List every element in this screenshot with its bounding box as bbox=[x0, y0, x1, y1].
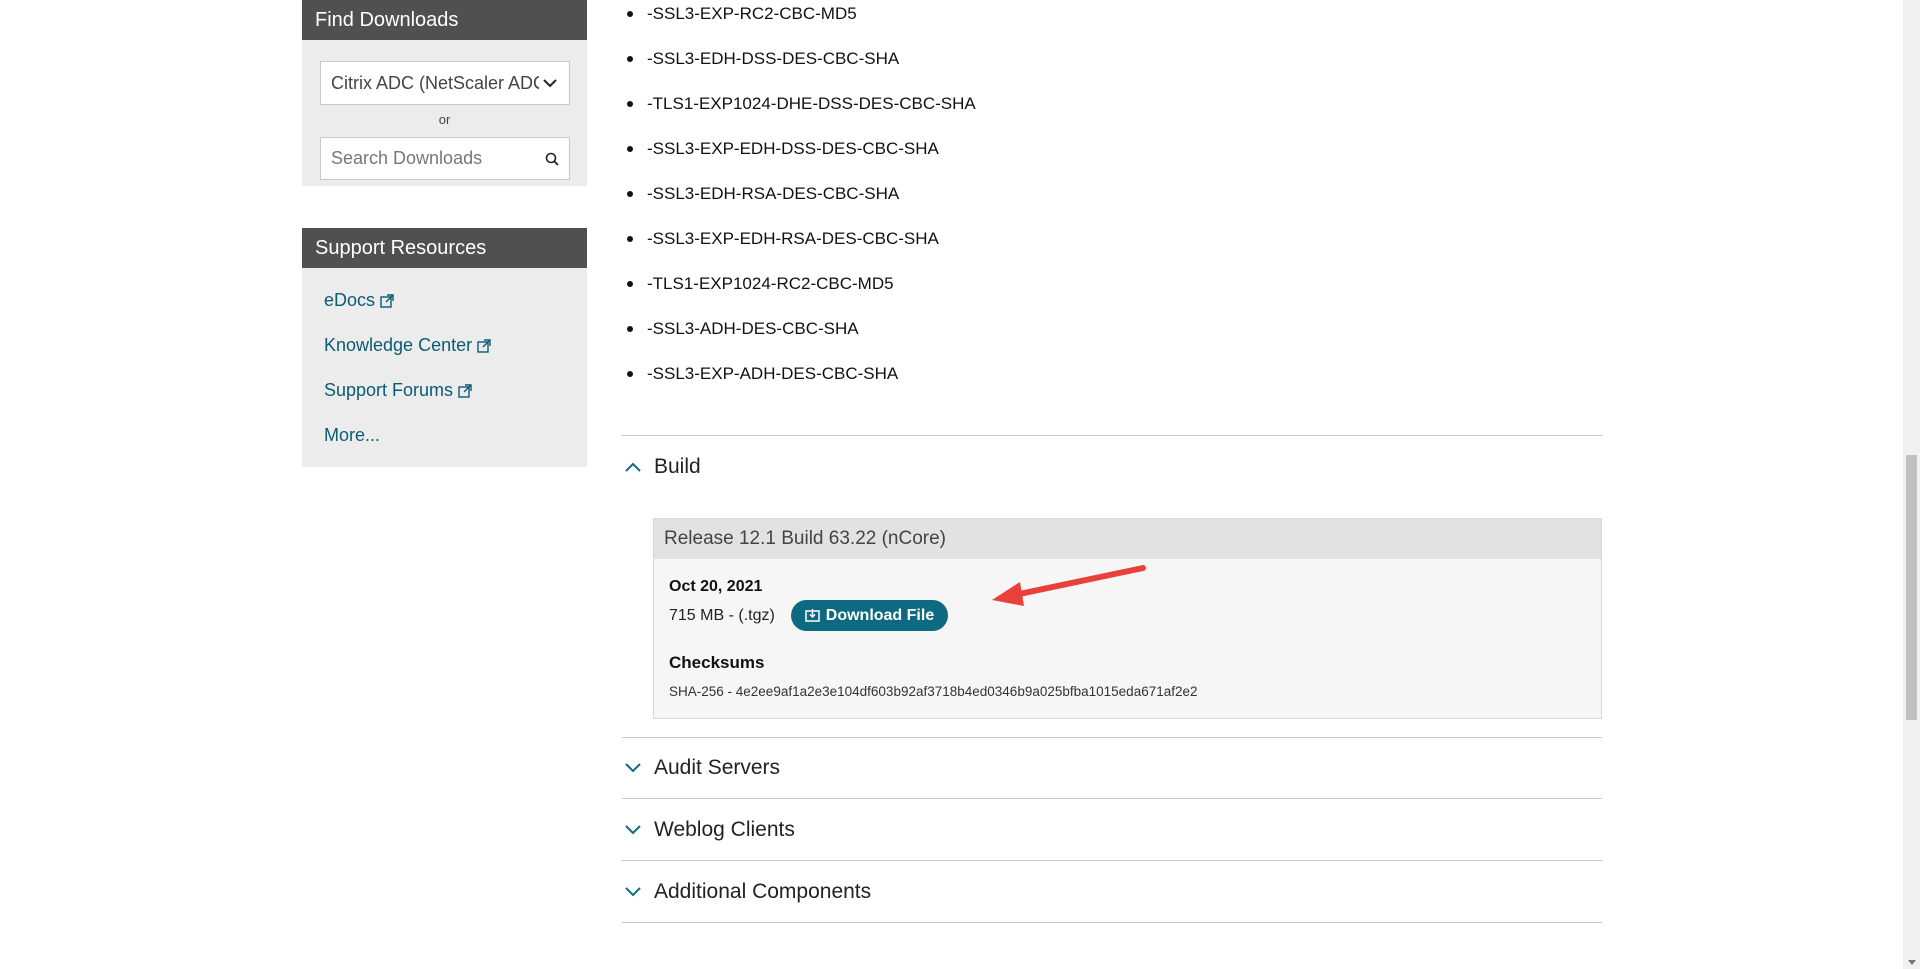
cipher-name: -SSL3-EXP-ADH-DES-CBC-SHA bbox=[647, 364, 899, 383]
support-forums-link-label: Support Forums bbox=[324, 380, 454, 400]
search-placeholder: Search Downloads bbox=[331, 148, 483, 168]
download-file-label: Download File bbox=[825, 606, 935, 624]
list-item: -SSL3-EDH-RSA-DES-CBC-SHA bbox=[627, 184, 899, 204]
external-link-icon bbox=[458, 383, 472, 398]
scrollbar-thumb[interactable] bbox=[1906, 455, 1917, 720]
support-forums-link[interactable]: Support Forums bbox=[324, 380, 472, 401]
chevron-down-icon bbox=[622, 881, 644, 903]
bullet bbox=[627, 101, 633, 107]
chevron-down-icon bbox=[622, 819, 644, 841]
divider bbox=[622, 737, 1602, 738]
knowledge-center-link-label: Knowledge Center bbox=[324, 335, 473, 355]
vertical-scrollbar[interactable] bbox=[1903, 0, 1920, 969]
list-item: -TLS1-EXP1024-DHE-DSS-DES-CBC-SHA bbox=[627, 94, 976, 114]
product-select[interactable]: Citrix ADC (NetScaler ADC) bbox=[320, 61, 570, 105]
release-title: Release 12.1 Build 63.22 (nCore) bbox=[654, 519, 1601, 559]
list-item: -SSL3-EXP-ADH-DES-CBC-SHA bbox=[627, 364, 898, 384]
weblog-clients-section-toggle[interactable]: Weblog Clients bbox=[622, 818, 795, 842]
bullet bbox=[627, 56, 633, 62]
list-item: -TLS1-EXP1024-RC2-CBC-MD5 bbox=[627, 274, 894, 294]
build-section-toggle[interactable]: Build bbox=[622, 455, 701, 479]
download-box-icon bbox=[805, 609, 820, 622]
edocs-link-label: eDocs bbox=[324, 290, 376, 310]
cipher-name: -SSL3-ADH-DES-CBC-SHA bbox=[647, 319, 859, 338]
annotation-arrow-icon bbox=[992, 565, 1146, 606]
bullet bbox=[627, 326, 633, 332]
list-item: -SSL3-ADH-DES-CBC-SHA bbox=[627, 319, 859, 339]
cipher-name: -SSL3-EDH-RSA-DES-CBC-SHA bbox=[647, 184, 900, 203]
divider bbox=[622, 798, 1602, 799]
knowledge-center-link[interactable]: Knowledge Center bbox=[324, 335, 491, 356]
cipher-name: -TLS1-EXP1024-DHE-DSS-DES-CBC-SHA bbox=[647, 94, 976, 113]
build-release-card: Release 12.1 Build 63.22 (nCore) Oct 20,… bbox=[653, 518, 1602, 719]
checksum-value: SHA-256 - 4e2ee9af1a2e3e104df603b92af371… bbox=[669, 684, 1198, 699]
release-date: Oct 20, 2021 bbox=[669, 578, 763, 595]
list-item: -SSL3-EXP-EDH-RSA-DES-CBC-SHA bbox=[627, 229, 939, 249]
bullet bbox=[627, 191, 633, 197]
find-downloads-panel: Find Downloads Citrix ADC (NetScaler ADC… bbox=[302, 0, 587, 186]
external-link-icon bbox=[380, 293, 394, 308]
audit-servers-label: Audit Servers bbox=[654, 756, 781, 779]
edocs-link[interactable]: eDocs bbox=[324, 290, 394, 311]
download-file-button[interactable]: Download File bbox=[791, 600, 948, 631]
chevron-down-icon bbox=[622, 757, 644, 779]
more-link-label: More... bbox=[324, 425, 381, 445]
bullet bbox=[627, 281, 633, 287]
additional-components-section-toggle[interactable]: Additional Components bbox=[622, 880, 871, 904]
list-item: -SSL3-EDH-DSS-DES-CBC-SHA bbox=[627, 49, 899, 69]
cipher-name: -SSL3-EDH-DSS-DES-CBC-SHA bbox=[647, 49, 900, 68]
divider bbox=[622, 922, 1602, 923]
checksums-heading: Checksums bbox=[669, 653, 765, 672]
cipher-name: -SSL3-EXP-EDH-DSS-DES-CBC-SHA bbox=[647, 139, 939, 158]
weblog-clients-label: Weblog Clients bbox=[654, 818, 795, 841]
support-resources-panel: Support Resources eDocs Knowledge Center… bbox=[302, 228, 587, 467]
product-select-value: Citrix ADC (NetScaler ADC) bbox=[331, 73, 553, 93]
divider bbox=[622, 435, 1602, 436]
cipher-name: -SSL3-EXP-EDH-RSA-DES-CBC-SHA bbox=[647, 229, 939, 248]
build-section-label: Build bbox=[654, 455, 701, 478]
external-link-icon bbox=[477, 338, 491, 353]
list-item: -SSL3-EXP-EDH-DSS-DES-CBC-SHA bbox=[627, 139, 939, 159]
bullet bbox=[627, 236, 633, 242]
search-icon[interactable] bbox=[545, 152, 559, 166]
file-size: 715 MB - (.tgz) bbox=[669, 607, 775, 624]
bullet bbox=[627, 371, 633, 377]
search-downloads-input[interactable]: Search Downloads bbox=[320, 137, 570, 180]
find-downloads-title: Find Downloads bbox=[302, 0, 587, 40]
chevron-up-icon bbox=[622, 456, 644, 478]
cipher-name: -TLS1-EXP1024-RC2-CBC-MD5 bbox=[647, 274, 894, 293]
support-resources-title: Support Resources bbox=[302, 228, 587, 268]
scroll-down-arrow-icon[interactable] bbox=[1908, 960, 1916, 965]
more-link[interactable]: More... bbox=[324, 425, 380, 446]
audit-servers-section-toggle[interactable]: Audit Servers bbox=[622, 756, 780, 780]
additional-components-label: Additional Components bbox=[654, 880, 872, 903]
bullet bbox=[627, 11, 633, 17]
chevron-down-icon bbox=[539, 62, 561, 104]
list-item: -SSL3-EXP-RC2-CBC-MD5 bbox=[627, 4, 857, 24]
divider bbox=[622, 860, 1602, 861]
or-separator: or bbox=[438, 112, 451, 127]
cipher-name: -SSL3-EXP-RC2-CBC-MD5 bbox=[647, 4, 857, 23]
bullet bbox=[627, 146, 633, 152]
